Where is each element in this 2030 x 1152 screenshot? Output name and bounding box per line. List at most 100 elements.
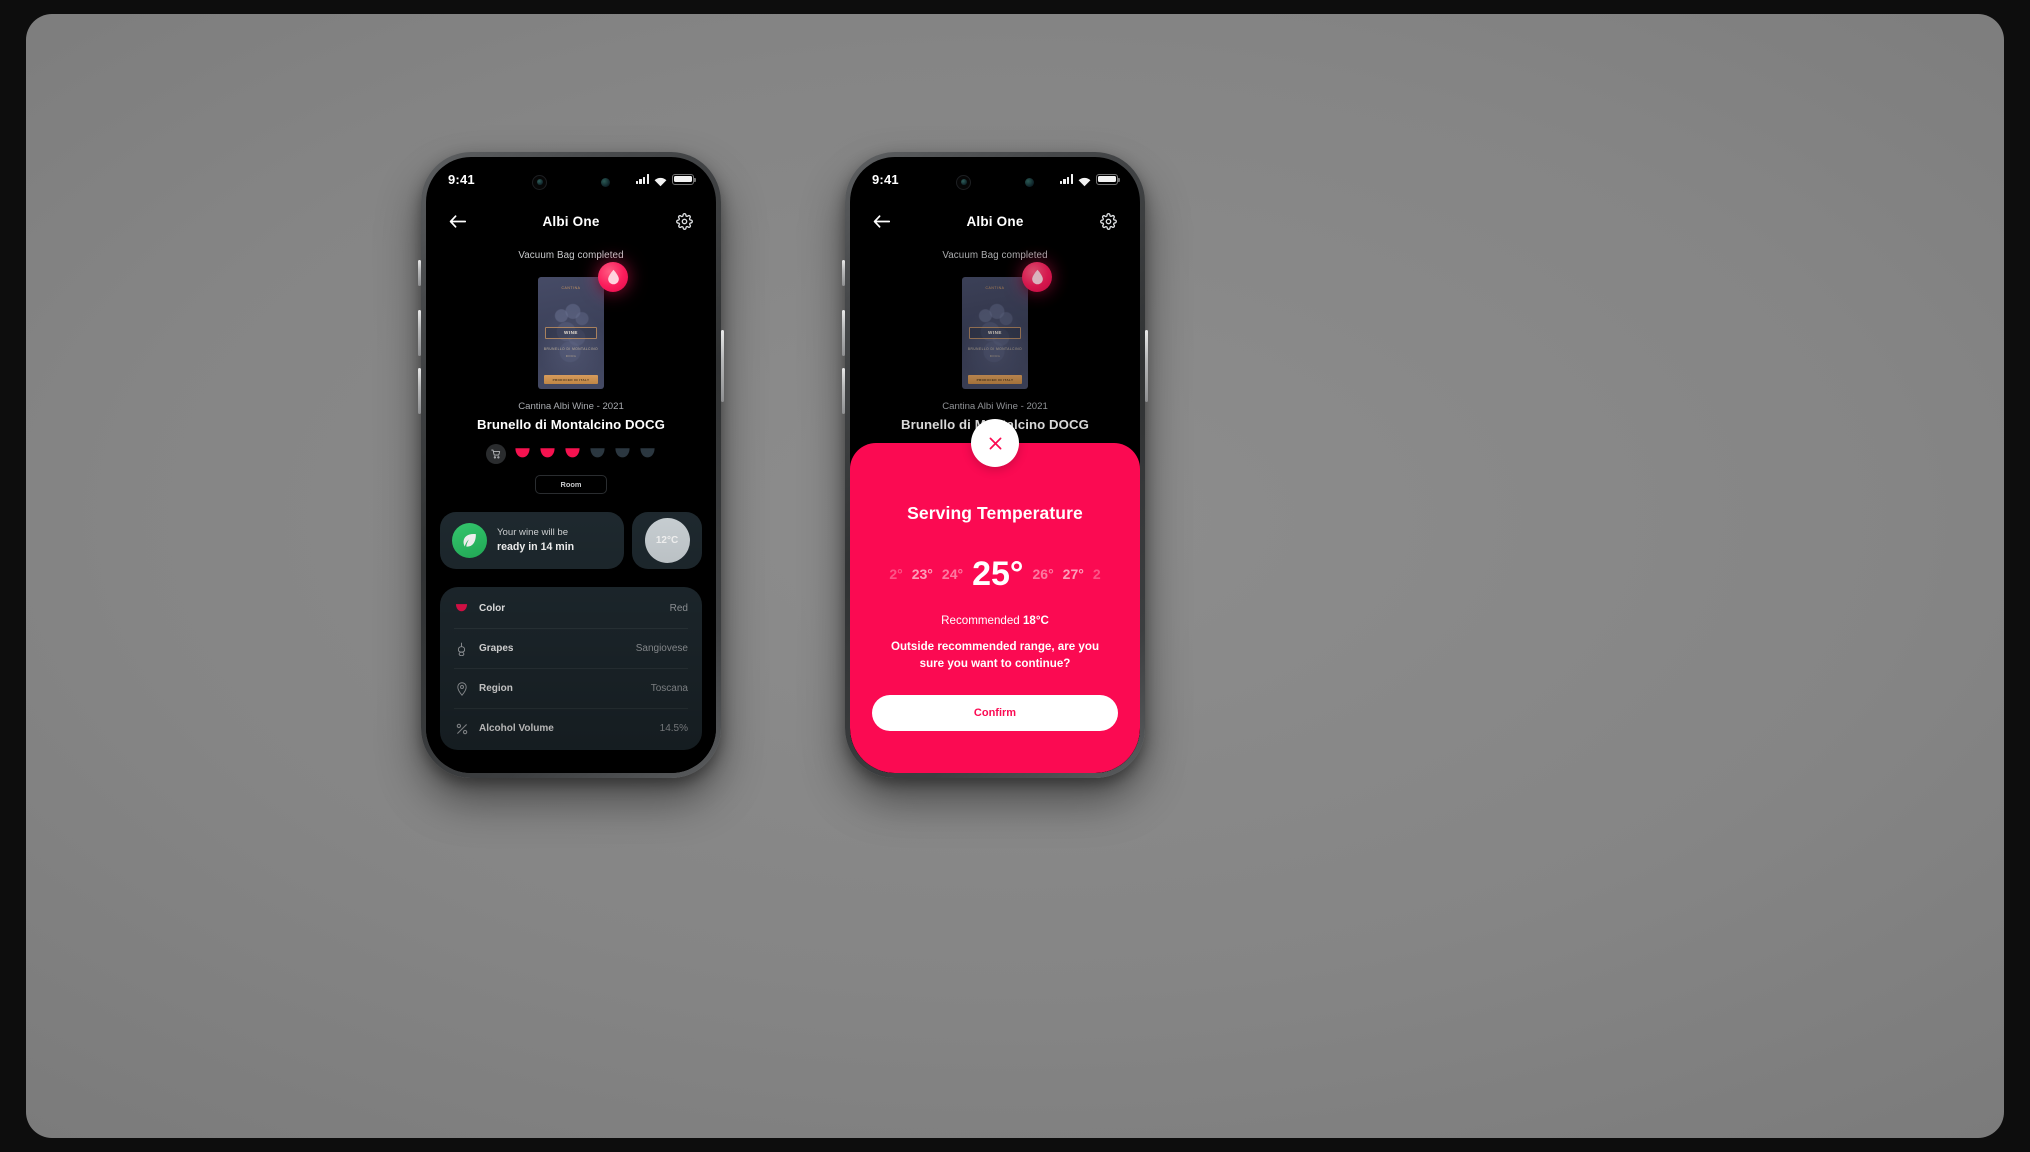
ready-card[interactable]: Your wine will be ready in 14 min bbox=[440, 512, 624, 569]
temp-option[interactable]: 2 bbox=[1093, 566, 1101, 582]
bottle-label-art: CANTINA WINE BRUNELLO DI MONTALCINO DOCG… bbox=[962, 277, 1028, 389]
grapes-icon bbox=[454, 641, 469, 656]
detail-label: Alcohol Volume bbox=[479, 723, 554, 734]
wine-details-list: Color Red Grapes Sangiovese Region Tosca… bbox=[440, 587, 702, 750]
close-x-icon[interactable] bbox=[971, 419, 1019, 467]
bottle-label-name: WINE bbox=[988, 330, 1002, 336]
ready-line-2: ready in 14 min bbox=[497, 540, 575, 553]
power-button[interactable] bbox=[721, 330, 724, 402]
dynamic-island-sensors bbox=[952, 171, 1038, 193]
signal-bars-icon bbox=[1059, 174, 1073, 184]
wifi-icon bbox=[654, 174, 667, 187]
bottle-label-footer: PRODUCED IN ITALY bbox=[544, 375, 598, 384]
bottle-image[interactable]: CANTINA WINE BRUNELLO DI MONTALCINO DOCG… bbox=[962, 262, 1052, 389]
glass-filled-1[interactable] bbox=[514, 447, 531, 462]
detail-value: 14.5% bbox=[659, 723, 688, 734]
wine-vintage: Cantina Albi Wine - 2021 bbox=[518, 401, 624, 412]
battery-icon bbox=[1096, 173, 1120, 185]
status-bar: 9:41 bbox=[850, 157, 1140, 201]
signal-bars-icon bbox=[635, 174, 649, 184]
wine-glass-icon bbox=[454, 601, 469, 616]
volume-down-button[interactable] bbox=[842, 368, 845, 414]
bottle-label-top: CANTINA bbox=[985, 286, 1005, 290]
dynamic-island-sensors bbox=[528, 171, 614, 193]
bottle-label-sub1: BRUNELLO DI MONTALCINO bbox=[967, 347, 1023, 351]
bottle-image[interactable]: CANTINA WINE BRUNELLO DI MONTALCINO DOCG… bbox=[538, 262, 628, 389]
battery-icon bbox=[672, 173, 696, 185]
bottle-label-sub2: DOCG bbox=[565, 354, 577, 358]
back-arrow-icon[interactable] bbox=[870, 210, 892, 232]
temp-option[interactable]: 27° bbox=[1063, 566, 1084, 582]
gear-icon[interactable] bbox=[1098, 210, 1120, 232]
temp-option[interactable]: 24° bbox=[942, 566, 963, 582]
glass-rating bbox=[426, 444, 716, 464]
status-time: 9:41 bbox=[872, 171, 899, 187]
detail-label: Grapes bbox=[479, 643, 514, 654]
wine-drop-icon[interactable] bbox=[598, 262, 628, 292]
page-title: Albi One bbox=[966, 213, 1024, 229]
phone-right-screen: 9:41 Albi One Vacuum Bag completed CANTI… bbox=[850, 157, 1140, 773]
front-camera-icon bbox=[601, 177, 610, 187]
nav-bar: Albi One bbox=[850, 201, 1140, 241]
detail-value: Toscana bbox=[650, 683, 688, 694]
modal-title: Serving Temperature bbox=[907, 503, 1083, 523]
status-indicators bbox=[635, 173, 696, 187]
temp-option[interactable]: 23° bbox=[912, 566, 933, 582]
serving-temperature-modal: Serving Temperature 2° 23° 24° 25° 26° 2… bbox=[850, 419, 1140, 773]
bottle-label-art: CANTINA WINE BRUNELLO DI MONTALCINO DOCG… bbox=[538, 277, 604, 389]
silent-switch[interactable] bbox=[418, 260, 421, 286]
bottle-label-sub1: BRUNELLO DI MONTALCINO bbox=[543, 347, 599, 351]
vacuum-status-caption: Vacuum Bag completed bbox=[942, 250, 1048, 261]
recommended-prefix: Recommended bbox=[941, 614, 1023, 627]
glass-empty-4[interactable] bbox=[589, 447, 606, 462]
power-button[interactable] bbox=[1145, 330, 1148, 402]
temperature-picker[interactable]: 2° 23° 24° 25° 26° 27° 2 bbox=[872, 550, 1118, 598]
ready-text: Your wine will be ready in 14 min bbox=[497, 527, 574, 554]
volume-down-button[interactable] bbox=[418, 368, 421, 414]
glass-filled-3[interactable] bbox=[564, 447, 581, 462]
status-indicators bbox=[1059, 173, 1120, 187]
detail-label: Color bbox=[479, 603, 506, 614]
bottle-label-name: WINE bbox=[564, 330, 578, 336]
cart-icon[interactable] bbox=[486, 444, 506, 464]
detail-value: Sangiovese bbox=[635, 643, 688, 654]
glass-empty-6[interactable] bbox=[639, 447, 656, 462]
detail-label: Region bbox=[479, 683, 513, 694]
gear-icon[interactable] bbox=[674, 210, 696, 232]
location-pin-icon bbox=[454, 681, 469, 696]
temp-option-selected[interactable]: 25° bbox=[972, 555, 1023, 594]
bottle-label-namebox: WINE bbox=[969, 327, 1021, 339]
table-row: Alcohol Volume 14.5% bbox=[454, 709, 688, 748]
wine-vintage: Cantina Albi Wine - 2021 bbox=[942, 401, 1048, 412]
glass-filled-2[interactable] bbox=[539, 447, 556, 462]
volume-up-button[interactable] bbox=[842, 310, 845, 356]
volume-up-button[interactable] bbox=[418, 310, 421, 356]
screenshot-canvas: 9:41 Albi One Vacuum Bag completed CANTI… bbox=[0, 0, 2030, 1152]
bottle-label-top: CANTINA bbox=[561, 286, 581, 290]
bottle-label-sub2: DOCG bbox=[989, 354, 1001, 358]
table-row: Color Red bbox=[454, 589, 688, 629]
detail-value: Red bbox=[669, 603, 688, 614]
wine-drop-icon[interactable] bbox=[1022, 262, 1052, 292]
status-time: 9:41 bbox=[448, 171, 475, 187]
ready-line-1: Your wine will be bbox=[497, 526, 569, 538]
table-row: Grapes Sangiovese bbox=[454, 629, 688, 669]
leaf-icon bbox=[452, 523, 487, 558]
temp-option[interactable]: 2° bbox=[889, 566, 902, 582]
recommended-value: 18°C bbox=[1022, 614, 1049, 627]
vacuum-status-caption: Vacuum Bag completed bbox=[518, 250, 624, 261]
bottle-label-namebox: WINE bbox=[545, 327, 597, 339]
front-camera-icon bbox=[1025, 177, 1034, 187]
percent-icon bbox=[454, 721, 469, 736]
table-row: Region Toscana bbox=[454, 669, 688, 709]
confirm-button[interactable]: Confirm bbox=[872, 694, 1118, 731]
face-id-sensor-icon bbox=[956, 174, 971, 190]
warning-text: Outside recommended range, are you sure … bbox=[890, 640, 1100, 671]
temp-option[interactable]: 26° bbox=[1033, 566, 1054, 582]
back-arrow-icon[interactable] bbox=[446, 210, 468, 232]
phone-right: 9:41 Albi One Vacuum Bag completed CANTI… bbox=[842, 152, 1148, 778]
room-badge[interactable]: Room bbox=[535, 475, 607, 494]
silent-switch[interactable] bbox=[842, 260, 845, 286]
glass-empty-5[interactable] bbox=[614, 447, 631, 462]
temperature-chip[interactable]: 12°C bbox=[644, 518, 690, 563]
